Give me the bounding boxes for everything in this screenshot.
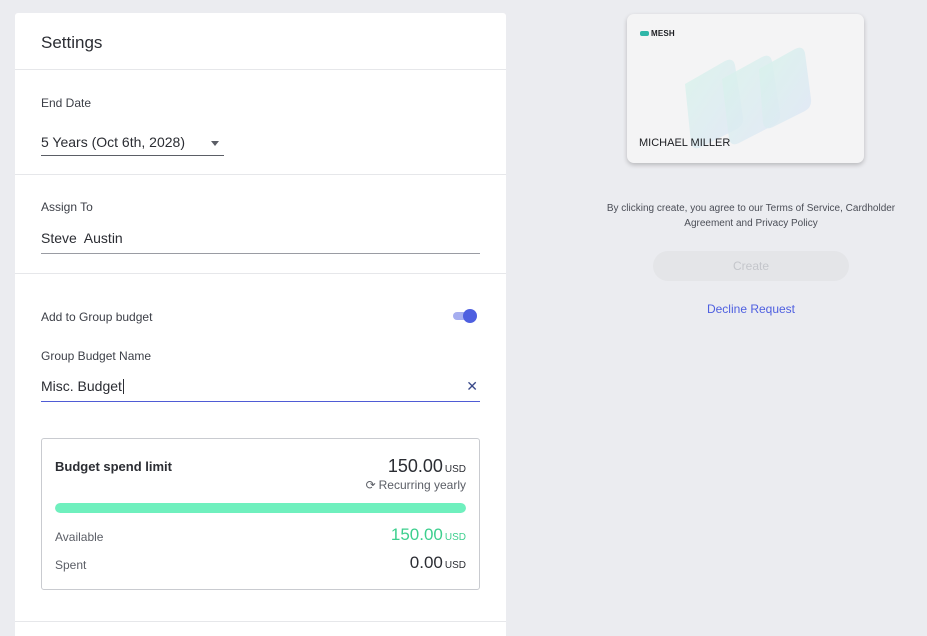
assign-to-label: Assign To bbox=[41, 200, 93, 214]
card-brand: MESH bbox=[651, 29, 675, 38]
settings-panel: Settings End Date 5 Years (Oct 6th, 2028… bbox=[15, 13, 506, 636]
budget-limit-unit: USD bbox=[444, 464, 466, 475]
group-budget-name-label: Group Budget Name bbox=[41, 349, 152, 363]
budget-spend-title: Budget spend limit bbox=[55, 459, 172, 474]
settings-title: Settings bbox=[15, 13, 506, 70]
mesh-logo-icon bbox=[640, 31, 649, 36]
recurring-text: Recurring yearly bbox=[378, 478, 466, 492]
budget-progress-bar bbox=[55, 503, 466, 513]
group-budget-section: Add to Group budget Group Budget Name Mi… bbox=[15, 274, 506, 622]
virtual-card-preview: MESH MICHAEL MILLER bbox=[627, 14, 864, 163]
spent-value: 0.00 bbox=[409, 553, 443, 572]
decline-request-link[interactable]: Decline Request bbox=[653, 302, 849, 316]
cardholder-name: MICHAEL MILLER bbox=[639, 137, 731, 149]
refresh-icon: ⟳ bbox=[365, 478, 376, 492]
budget-spend-card: Budget spend limit 150.00 USD ⟳ Recurring … bbox=[41, 438, 480, 590]
recurring-label: ⟳ Recurring yearly bbox=[366, 478, 466, 492]
spent-label: Spent bbox=[55, 558, 87, 572]
create-button[interactable]: Create bbox=[653, 251, 849, 281]
assign-to-section: Assign To Steve Austin bbox=[15, 175, 506, 274]
end-date-label: End Date bbox=[41, 96, 92, 110]
terms-text: By clicking create, you agree to our Ter… bbox=[606, 203, 896, 229]
budget-limit-value: 150.00 bbox=[387, 456, 443, 476]
card-decoration bbox=[685, 47, 812, 149]
spent-unit: USD bbox=[444, 560, 466, 571]
toggle-knob bbox=[463, 309, 477, 323]
available-label: Available bbox=[55, 530, 104, 544]
available-value: 150.00 bbox=[390, 525, 443, 544]
close-icon[interactable]: ✕ bbox=[466, 378, 478, 395]
end-date-section: End Date 5 Years (Oct 6th, 2028) bbox=[15, 70, 506, 175]
spent-amount: 0.00 USD bbox=[410, 553, 466, 573]
available-amount: 150.00 USD bbox=[391, 525, 466, 545]
budget-progress-fill bbox=[55, 503, 466, 513]
group-budget-toggle[interactable] bbox=[453, 309, 477, 323]
group-budget-name-value: Misc. Budget bbox=[41, 378, 122, 394]
group-budget-name-input[interactable]: Misc. Budget ✕ bbox=[41, 378, 480, 402]
chevron-down-icon bbox=[211, 141, 219, 146]
available-unit: USD bbox=[444, 532, 466, 543]
mesh-logo: MESH bbox=[640, 29, 675, 38]
assign-to-value: Steve Austin bbox=[41, 230, 123, 246]
end-date-select[interactable]: 5 Years (Oct 6th, 2028) bbox=[41, 133, 224, 156]
group-budget-toggle-label: Add to Group budget bbox=[41, 310, 153, 324]
assign-to-field[interactable]: Steve Austin bbox=[41, 230, 480, 254]
text-cursor bbox=[122, 379, 124, 394]
budget-limit-amount: 150.00 USD bbox=[388, 456, 466, 477]
end-date-value: 5 Years (Oct 6th, 2028) bbox=[41, 134, 185, 150]
